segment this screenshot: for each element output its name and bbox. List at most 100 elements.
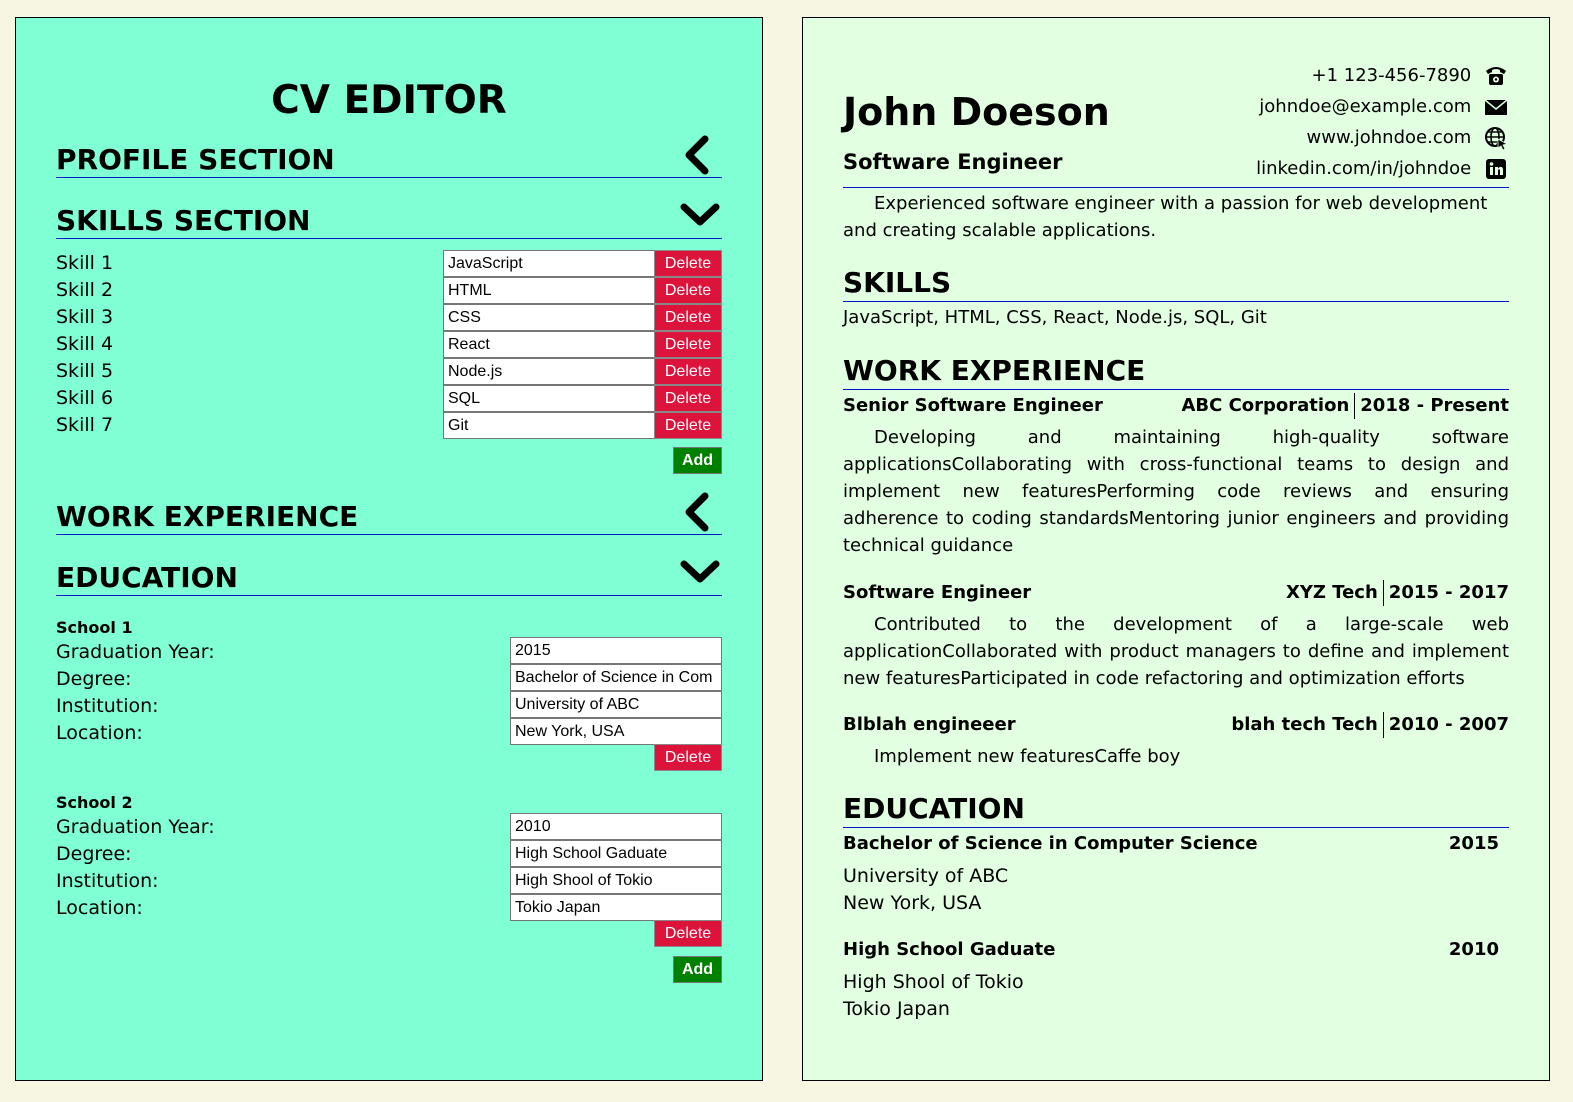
skills-section-label: SKILLS SECTION [56,204,311,237]
graduation-year-input[interactable]: 2015 [510,637,722,664]
contact-linkedin: linkedin.com/in/johndoe [1256,154,1509,184]
education-location: Tokio Japan [843,998,950,1020]
delete-skill-button[interactable]: Delete [654,304,722,331]
job-description: Developing and maintaining high-quality … [843,427,1509,556]
cv-name: John Doeson [843,90,1110,134]
location-input[interactable]: Tokio Japan [510,894,722,921]
work-divider [843,389,1509,390]
degree-label: Degree: [56,668,132,690]
skills-section-header[interactable]: SKILLS SECTION [56,199,722,239]
delete-skill-button[interactable]: Delete [654,358,722,385]
delete-skill-button[interactable]: Delete [654,412,722,439]
contact-email: johndoe@example.com [1259,92,1509,122]
delete-skill-button[interactable]: Delete [654,277,722,304]
degree-label: Degree: [56,843,132,865]
institution-label: Institution: [56,695,159,717]
job-separator [1382,712,1384,738]
skill-label: Skill 7 [56,414,114,436]
skill-input[interactable]: React [443,331,655,358]
skill-input[interactable]: Git [443,412,655,439]
profile-section-label: PROFILE SECTION [56,143,335,176]
skill-label: Skill 3 [56,306,114,328]
add-school-button[interactable]: Add [673,956,722,983]
cv-summary: Experienced software engineer with a pas… [843,193,1488,241]
education-section-header[interactable]: EDUCATION [56,556,722,596]
education-location: New York, USA [843,892,982,914]
chevron-left-icon[interactable] [678,133,722,177]
editor-title: CV EDITOR [271,78,507,123]
work-section-header[interactable]: WORK EXPERIENCE [56,492,722,535]
delete-school-button[interactable]: Delete [654,920,722,947]
skill-input[interactable]: CSS [443,304,655,331]
skill-label: Skill 4 [56,333,114,355]
institution-label: Institution: [56,870,159,892]
chevron-down-icon[interactable] [678,194,722,238]
job-description: Contributed to the development of a larg… [843,614,1509,689]
education-entry-header: High School Gaduate 2010 [843,937,1499,963]
job-period: 2010 - 2007 [1388,714,1509,735]
skill-label: Skill 1 [56,252,114,274]
education-institution: High Shool of Tokio [843,971,1024,993]
degree-input[interactable]: Bachelor of Science in Com [510,664,722,691]
education-year: 2015 [1448,833,1499,854]
location-label: Location: [56,722,143,744]
location-input[interactable]: New York, USA [510,718,722,745]
skill-input[interactable]: HTML [443,277,655,304]
job-header: Software Engineer XYZ Tech 2015 - 2017 [843,580,1509,606]
job-header: Blblah engineeer blah tech Tech 2010 - 20… [843,712,1509,738]
job-separator [1354,393,1356,419]
linkedin-text: linkedin.com/in/johndoe [1256,158,1472,179]
globe-icon [1485,127,1509,151]
delete-skill-button[interactable]: Delete [654,385,722,412]
skill-input[interactable]: SQL [443,385,655,412]
education-entry-header: Bachelor of Science in Computer Science … [843,831,1499,857]
education-section-label: EDUCATION [56,561,238,594]
contact-phone: +1 123-456-7890 [1311,61,1509,91]
institution-input[interactable]: University of ABC [510,691,722,718]
graduation-year-input[interactable]: 2010 [510,813,722,840]
job-period: 2015 - 2017 [1388,582,1509,603]
phone-text: +1 123-456-7890 [1311,65,1472,86]
delete-skill-button[interactable]: Delete [654,331,722,358]
graduation-year-label: Graduation Year: [56,816,215,838]
school-heading: School 2 [56,793,133,812]
profile-section-header[interactable]: PROFILE SECTION [56,135,722,178]
graduation-year-label: Graduation Year: [56,641,215,663]
skills-text: JavaScript, HTML, CSS, React, Node.js, S… [843,307,1267,328]
skill-label: Skill 6 [56,387,114,409]
header-divider [843,187,1509,188]
cv-editor-panel: CV EDITOR PROFILE SECTION SKILLS SECTION… [15,17,763,1081]
delete-skill-button[interactable]: Delete [654,250,722,277]
chevron-down-icon[interactable] [678,551,722,595]
skills-divider [843,301,1509,302]
delete-school-button[interactable]: Delete [654,744,722,771]
envelope-icon [1484,99,1508,115]
cv-preview-panel: John Doeson Software Engineer +1 123-456… [802,17,1550,1081]
education-degree: High School Gaduate [843,939,1056,960]
education-degree: Bachelor of Science in Computer Science [843,833,1258,854]
phone-icon [1486,67,1506,85]
job-separator [1382,580,1384,606]
email-text: johndoe@example.com [1259,96,1472,117]
skill-input[interactable]: Node.js [443,358,655,385]
linkedin-icon [1486,159,1506,179]
contact-website: www.johndoe.com [1307,123,1509,153]
chevron-left-icon[interactable] [678,490,722,534]
work-section-label: WORK EXPERIENCE [56,500,359,533]
job-title: Blblah engineeer [843,714,1016,735]
location-label: Location: [56,897,143,919]
job-meta: blah tech Tech 2010 - 2007 [1231,712,1509,738]
skill-label: Skill 2 [56,279,114,301]
job-description: Implement new featuresCaffe boy [874,746,1181,767]
school-heading: School 1 [56,618,133,637]
job-title: Software Engineer [843,582,1032,603]
job-meta: ABC Corporation 2018 - Present [1181,393,1509,419]
education-institution: University of ABC [843,865,1009,887]
institution-input[interactable]: High Shool of Tokio [510,867,722,894]
website-text: www.johndoe.com [1306,127,1472,148]
job-title: Senior Software Engineer [843,395,1103,416]
degree-input[interactable]: High School Gaduate [510,840,722,867]
job-header: Senior Software Engineer ABC Corporation… [843,393,1509,419]
skill-input[interactable]: JavaScript [443,250,655,277]
add-skill-button[interactable]: Add [673,447,722,474]
